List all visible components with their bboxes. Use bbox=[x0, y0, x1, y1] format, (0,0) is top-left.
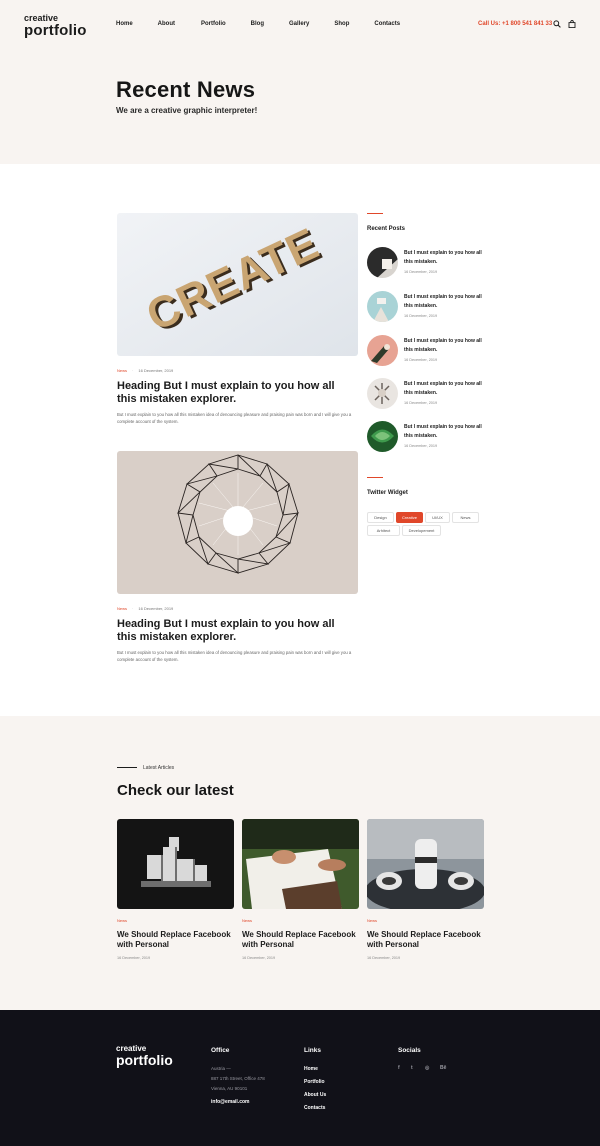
tag-ui-ux[interactable]: UI/UX bbox=[425, 512, 450, 523]
footer-link-about-us[interactable]: About Us bbox=[304, 1092, 326, 1098]
article-card-image[interactable] bbox=[242, 819, 359, 909]
nav-portfolio[interactable]: Portfolio bbox=[201, 21, 226, 27]
post-title[interactable]: Heading But I must explain to you how al… bbox=[117, 618, 357, 644]
recent-post-thumb[interactable] bbox=[367, 247, 398, 278]
tag-design[interactable]: Design bbox=[367, 512, 394, 523]
post-excerpt: But I must explain to you how all this m… bbox=[117, 650, 352, 662]
article-card-image[interactable] bbox=[117, 819, 234, 909]
post-date: 16 December, 2019 bbox=[138, 368, 174, 373]
post-category[interactable]: News bbox=[117, 606, 127, 611]
article-card-date: 16 December, 2019 bbox=[242, 956, 276, 960]
footer-logo-big-text: portfolio bbox=[116, 1052, 173, 1068]
recent-post-date: 16 December, 2019 bbox=[404, 314, 438, 318]
article-card-date: 16 December, 2019 bbox=[367, 956, 401, 960]
post-date: 16 December, 2019 bbox=[138, 606, 174, 611]
recent-post-thumb[interactable] bbox=[367, 378, 398, 409]
nav-about[interactable]: About bbox=[158, 21, 175, 27]
latest-articles-label: Latest Articles bbox=[143, 765, 175, 771]
article-card-category[interactable]: News bbox=[367, 918, 377, 923]
recent-post-title[interactable]: But I must explain to you how all this m… bbox=[404, 423, 486, 440]
nav-home[interactable]: Home bbox=[116, 21, 133, 27]
tag-creative[interactable]: Creative bbox=[396, 512, 423, 523]
nav-blog[interactable]: Blog bbox=[251, 21, 264, 27]
logo-big-text: portfolio bbox=[24, 22, 87, 39]
footer-links-title: Links bbox=[304, 1047, 321, 1054]
recent-post-thumb[interactable] bbox=[367, 291, 398, 322]
twitter-icon[interactable]: t bbox=[411, 1065, 413, 1071]
post-excerpt: But I must explain to you how all this m… bbox=[117, 412, 352, 424]
article-card-category[interactable]: News bbox=[242, 918, 252, 923]
recent-post-title[interactable]: But I must explain to you how all this m… bbox=[404, 249, 486, 266]
post-image-geometric[interactable] bbox=[117, 451, 358, 594]
main-nav: Home About Portfolio Blog Gallery Shop C… bbox=[116, 21, 425, 27]
footer-link-home[interactable]: Home bbox=[304, 1066, 318, 1072]
behance-icon[interactable]: Bē bbox=[440, 1065, 446, 1071]
tag-arhitect[interactable]: Arhitect bbox=[367, 525, 400, 536]
recent-post-title[interactable]: But I must explain to you how all this m… bbox=[404, 293, 486, 310]
post-meta: News · 16 December, 2019 bbox=[117, 606, 174, 611]
recent-post-title[interactable]: But I must explain to you how all this m… bbox=[404, 337, 486, 354]
recent-posts-title: Recent Posts bbox=[367, 226, 406, 232]
footer-office-line: Austria — bbox=[211, 1066, 231, 1071]
footer-office-line: Vienna, AU 90101 bbox=[211, 1086, 248, 1091]
tag-news[interactable]: News bbox=[452, 512, 479, 523]
nav-shop[interactable]: Shop bbox=[334, 21, 349, 27]
article-card-category[interactable]: News bbox=[117, 918, 127, 923]
recent-post-thumb[interactable] bbox=[367, 421, 398, 452]
facebook-icon[interactable]: f bbox=[398, 1065, 400, 1071]
tag-developement[interactable]: Developement bbox=[402, 525, 441, 536]
logo[interactable]: creative portfolio bbox=[24, 14, 87, 39]
create-letters-image: CREATE CREATE bbox=[117, 213, 358, 356]
call-us-link[interactable]: Call Us: +1 800 541 841 33 bbox=[478, 21, 552, 27]
post-image-create[interactable]: CREATE CREATE bbox=[117, 213, 358, 356]
article-card-title[interactable]: We Should Replace Facebook with Personal bbox=[242, 930, 360, 949]
footer-link-portfolio[interactable]: Portfolio bbox=[304, 1079, 325, 1085]
recent-post-date: 16 December, 2019 bbox=[404, 444, 438, 448]
article-card-title[interactable]: We Should Replace Facebook with Personal bbox=[367, 930, 485, 949]
recent-post-title[interactable]: But I must explain to you how all this m… bbox=[404, 380, 486, 397]
recent-post-date: 16 December, 2019 bbox=[404, 401, 438, 405]
twitter-widget-title: Twitter Widget bbox=[367, 490, 408, 496]
post-meta: News · 16 December, 2019 bbox=[117, 368, 174, 373]
article-card-image[interactable] bbox=[367, 819, 484, 909]
latest-title: Check our latest bbox=[117, 782, 234, 799]
recent-post-date: 16 December, 2019 bbox=[404, 358, 438, 362]
latest-label-line bbox=[117, 767, 137, 768]
geometric-sculpture-image bbox=[117, 451, 358, 594]
page-title: Recent News bbox=[116, 77, 256, 102]
nav-contacts[interactable]: Contacts bbox=[374, 21, 400, 27]
sidebar-accent-line bbox=[367, 213, 383, 214]
footer-socials-title: Socials bbox=[398, 1047, 421, 1054]
recent-post-date: 16 December, 2019 bbox=[404, 270, 438, 274]
nav-gallery[interactable]: Gallery bbox=[289, 21, 309, 27]
page-subtitle: We are a creative graphic interpreter! bbox=[116, 106, 258, 115]
article-card-date: 16 December, 2019 bbox=[117, 956, 151, 960]
page-footer bbox=[0, 1010, 600, 1146]
post-category[interactable]: News bbox=[117, 368, 127, 373]
search-icon[interactable] bbox=[553, 20, 561, 28]
dribbble-icon[interactable]: ◎ bbox=[425, 1065, 429, 1071]
post-title[interactable]: Heading But I must explain to you how al… bbox=[117, 380, 357, 406]
footer-logo[interactable]: creative portfolio bbox=[116, 1045, 173, 1068]
recent-post-thumb[interactable] bbox=[367, 335, 398, 366]
footer-email-link[interactable]: info@email.com bbox=[211, 1099, 250, 1105]
sidebar-accent-line bbox=[367, 477, 383, 478]
footer-office-title: Office bbox=[211, 1047, 230, 1054]
shopping-bag-icon[interactable] bbox=[568, 20, 576, 28]
footer-link-contacts[interactable]: Contacts bbox=[304, 1105, 325, 1111]
footer-office-line: 887 17th Street, Office 478 bbox=[211, 1076, 265, 1081]
article-card-title[interactable]: We Should Replace Facebook with Personal bbox=[117, 930, 235, 949]
